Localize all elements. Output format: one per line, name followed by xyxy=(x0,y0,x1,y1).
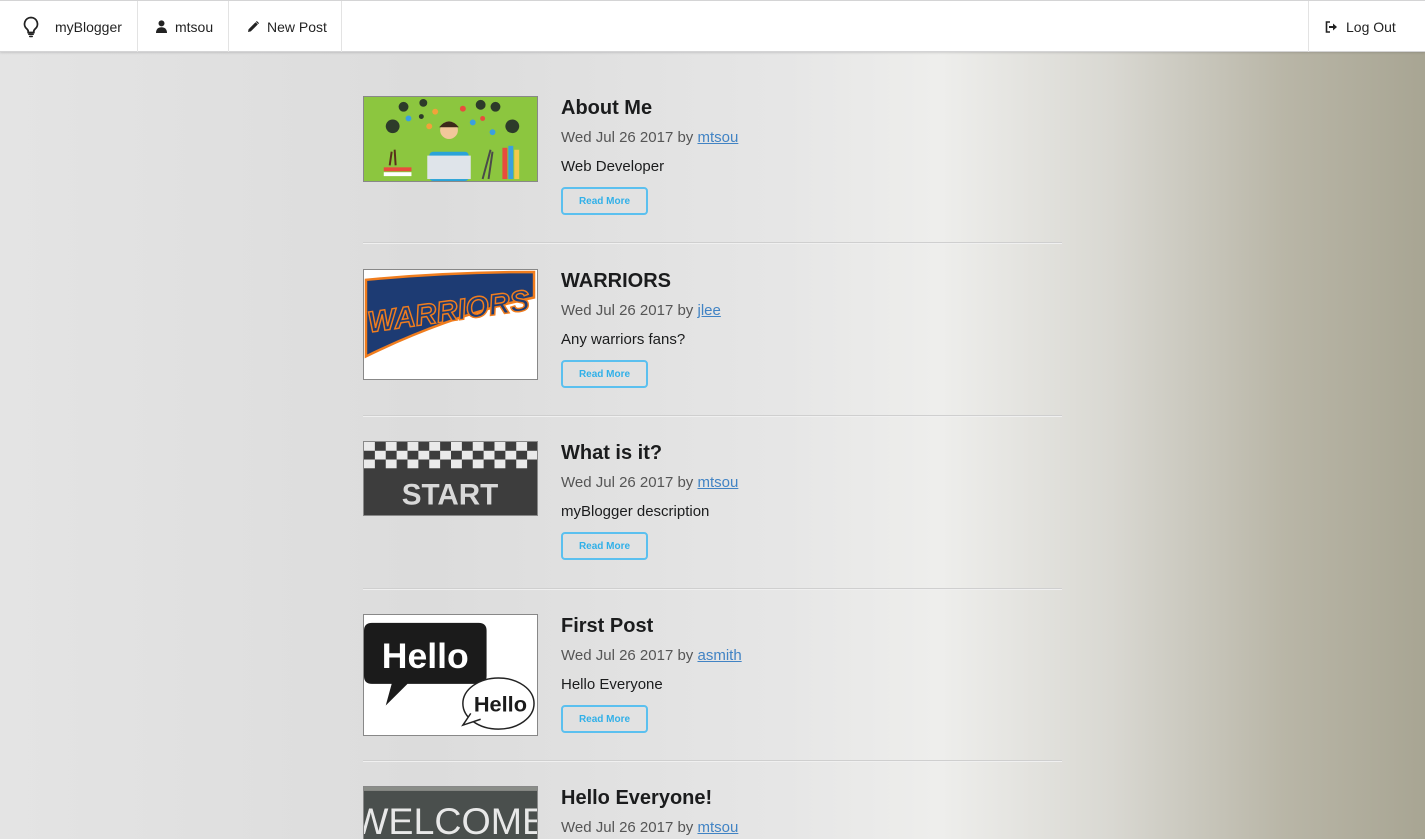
logout-label: Log Out xyxy=(1346,18,1396,35)
post-thumbnail-hello[interactable]: Hello Hello xyxy=(363,614,538,736)
post-date: Wed Jul 26 2017 by xyxy=(561,129,694,146)
post-description: Web Developer xyxy=(561,158,665,175)
start-road-text: START xyxy=(402,478,499,511)
post-title[interactable]: First Post xyxy=(561,614,653,638)
post-divider xyxy=(363,760,1062,762)
post-meta: Wed Jul 26 2017 by mtsou xyxy=(561,128,738,148)
post-item: About Me Wed Jul 26 2017 by mtsou Web De… xyxy=(363,96,1062,220)
top-navbar: myBlogger mtsou New Post Log Out xyxy=(0,0,1425,52)
hello-small-text: Hello xyxy=(474,691,527,716)
post-title[interactable]: Hello Everyone! xyxy=(561,786,712,810)
post-author-link[interactable]: mtsou xyxy=(697,129,738,146)
read-more-button[interactable]: Read More xyxy=(561,532,648,560)
new-post-button[interactable]: New Post xyxy=(229,1,342,52)
post-divider xyxy=(363,588,1062,590)
post-date: Wed Jul 26 2017 by xyxy=(561,647,694,664)
user-menu-item[interactable]: mtsou xyxy=(138,1,229,52)
welcome-chalk-text: WELCOME xyxy=(364,800,537,839)
post-thumbnail-warriors[interactable]: WARRIORS xyxy=(363,269,538,380)
post-item: Hello Hello First Post Wed Jul 26 2017 b… xyxy=(363,614,1062,738)
post-date: Wed Jul 26 2017 by xyxy=(561,819,694,836)
read-more-button[interactable]: Read More xyxy=(561,187,648,215)
post-author-link[interactable]: asmith xyxy=(697,647,741,664)
hello-big-text: Hello xyxy=(382,636,469,676)
brand-link[interactable]: myBlogger xyxy=(0,1,138,52)
post-title[interactable]: WARRIORS xyxy=(561,269,671,293)
read-more-button[interactable]: Read More xyxy=(561,705,648,733)
post-meta: Wed Jul 26 2017 by mtsou xyxy=(561,818,738,838)
post-divider xyxy=(363,415,1062,417)
post-item: START What is it? Wed Jul 26 2017 by mts… xyxy=(363,441,1062,565)
post-author-link[interactable]: mtsou xyxy=(697,819,738,836)
lightbulb-icon xyxy=(22,16,40,38)
post-description: myBlogger description xyxy=(561,503,710,520)
post-thumbnail-developer[interactable] xyxy=(363,96,538,182)
read-more-button[interactable]: Read More xyxy=(561,360,648,388)
sign-out-icon xyxy=(1325,20,1338,33)
post-meta: Wed Jul 26 2017 by asmith xyxy=(561,646,742,666)
post-item: WARRIORS WARRIORS Wed Jul 26 2017 by jle… xyxy=(363,269,1062,393)
post-author-link[interactable]: mtsou xyxy=(697,474,738,491)
post-date: Wed Jul 26 2017 by xyxy=(561,302,694,319)
post-date: Wed Jul 26 2017 by xyxy=(561,474,694,491)
post-item: WELCOME Hello Everyone! Wed Jul 26 2017 … xyxy=(363,786,1062,839)
post-title[interactable]: What is it? xyxy=(561,441,662,465)
post-author-link[interactable]: jlee xyxy=(697,302,720,319)
post-description: Any warriors fans? xyxy=(561,331,686,348)
post-description: Hello Everyone xyxy=(561,676,663,693)
user-icon xyxy=(156,20,167,33)
post-thumbnail-welcome[interactable]: WELCOME xyxy=(363,786,538,839)
post-meta: Wed Jul 26 2017 by mtsou xyxy=(561,473,738,493)
post-divider xyxy=(363,242,1062,244)
logout-button[interactable]: Log Out xyxy=(1308,1,1425,52)
brand-label: myBlogger xyxy=(55,18,122,35)
post-title[interactable]: About Me xyxy=(561,96,652,120)
pencil-icon xyxy=(247,20,259,33)
user-label: mtsou xyxy=(175,18,214,35)
post-thumbnail-start[interactable]: START xyxy=(363,441,538,516)
new-post-label: New Post xyxy=(267,18,327,35)
post-meta: Wed Jul 26 2017 by jlee xyxy=(561,301,721,321)
